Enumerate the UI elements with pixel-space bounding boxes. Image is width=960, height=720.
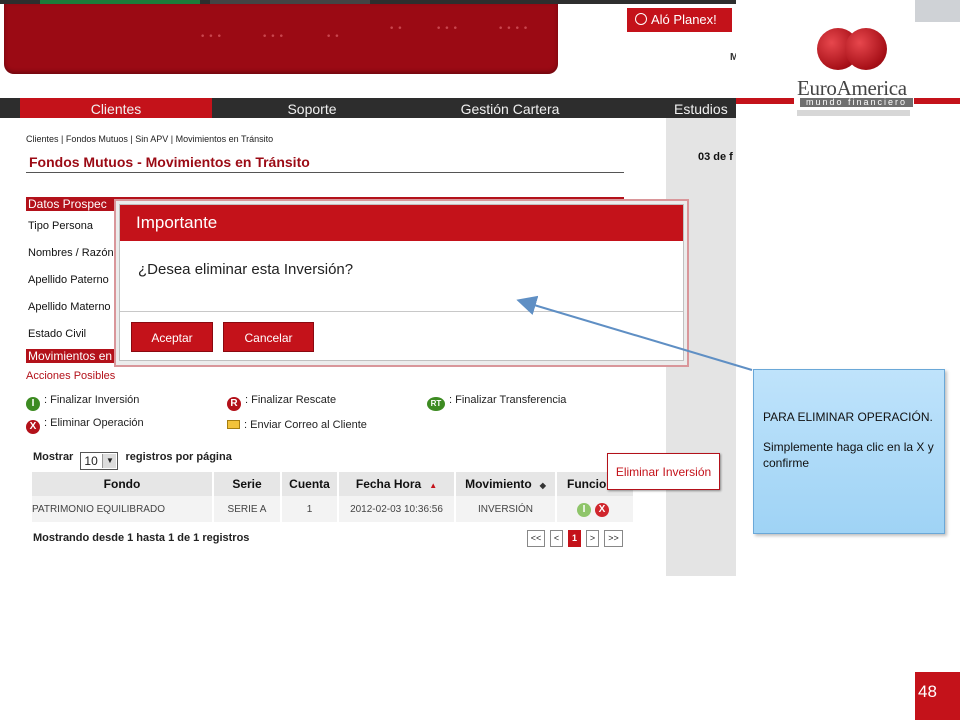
dialog-message: ¿Desea eliminar esta Inversión?: [138, 261, 354, 278]
nav-soporte[interactable]: Soporte: [212, 98, 412, 118]
finalizar-inversion-icon[interactable]: I: [577, 503, 591, 517]
eliminar-inversion-callout: Eliminar Inversión: [607, 453, 720, 490]
per-page-select[interactable]: 10 ▼: [80, 452, 119, 470]
registros-label: registros por página: [125, 451, 232, 463]
cell-cuenta: 1: [282, 496, 337, 522]
legend-label: : Eliminar Operación: [44, 417, 144, 429]
corner-tab: [915, 0, 960, 22]
alo-planex-label: Aló Planex!: [651, 12, 717, 27]
col-movimiento[interactable]: Movimiento ◆: [456, 472, 555, 496]
cell-movimiento: INVERSIÓN: [456, 496, 555, 522]
nav-gestion-cartera[interactable]: Gestión Cartera: [412, 98, 608, 118]
pager-next[interactable]: >: [586, 530, 599, 547]
cell-fecha-hora: 2012-02-03 10:36:56: [339, 496, 454, 522]
rescate-icon: R: [227, 397, 241, 411]
page-size-control: Mostrar 10 ▼ registros por página: [33, 451, 232, 470]
banner-decoration: •••: [200, 32, 225, 42]
instruction-heading: PARA ELIMINAR OPERACIÓN.: [763, 410, 933, 424]
pager-first[interactable]: <<: [527, 530, 545, 547]
eliminar-operacion-icon[interactable]: X: [595, 503, 609, 517]
cell-funciones: IX: [557, 496, 634, 522]
app-screenshot: ••• ••• •• •• ••• •••• Aló Planex! M Cli…: [0, 0, 736, 576]
per-page-value: 10: [84, 454, 98, 468]
envelope-icon: [227, 420, 240, 429]
alo-planex-button[interactable]: Aló Planex!: [627, 8, 732, 32]
banner-decoration: •••: [436, 24, 461, 34]
euroamerica-logo-icon: [815, 28, 887, 76]
instruction-box: PARA ELIMINAR OPERACIÓN. Simplemente hag…: [753, 369, 945, 534]
legend-label: : Enviar Correo al Cliente: [244, 419, 367, 431]
sort-asc-icon: ▲: [429, 481, 438, 490]
instruction-text: Simplemente haga clic en la X y confirme: [763, 440, 934, 470]
top-header: ••• ••• •• •• ••• •••• Aló Planex! M: [0, 0, 736, 96]
col-fondo[interactable]: Fondo: [32, 472, 212, 496]
legend-label: : Finalizar Transferencia: [449, 394, 567, 406]
brand-red-line-right: [914, 98, 960, 104]
date-fragment: 03 de f: [698, 151, 733, 163]
legend-finalizar-rescate: R : Finalizar Rescate: [227, 394, 336, 411]
col-movimiento-label: Movimiento: [465, 477, 532, 491]
brand-underline: [797, 110, 910, 116]
nav-estudios[interactable]: Estudios: [674, 98, 736, 118]
legend-enviar-correo: : Enviar Correo al Cliente: [227, 419, 367, 431]
banner-decoration: ••••: [498, 24, 532, 34]
header-banner: ••• ••• •• •• ••• ••••: [4, 4, 558, 74]
col-cuenta[interactable]: Cuenta: [282, 472, 337, 496]
field-estado-civil: Estado Civil: [28, 328, 87, 340]
eliminar-icon: X: [26, 420, 40, 434]
globe-right-icon: [845, 28, 887, 70]
page-title: Fondos Mutuos - Movimientos en Tránsito: [29, 154, 310, 170]
pager-prev[interactable]: <: [550, 530, 563, 547]
mostrar-label: Mostrar: [33, 451, 74, 463]
col-serie[interactable]: Serie: [214, 472, 280, 496]
banner-decoration: •••: [262, 32, 287, 42]
nav-clientes[interactable]: Clientes: [20, 98, 212, 118]
main-nav: Clientes Soporte Gestión Cartera Estudio…: [0, 98, 736, 118]
table-header-row: Fondo Serie Cuenta Fecha Hora ▲ Movimient…: [32, 472, 634, 496]
legend-label: : Finalizar Rescate: [245, 394, 337, 406]
confirm-dialog: Importante ¿Desea eliminar esta Inversió…: [119, 204, 684, 361]
transferencia-icon: RT: [427, 397, 445, 411]
field-tipo-persona: Tipo Persona: [28, 220, 94, 232]
legend-finalizar-inversion: I : Finalizar Inversión: [26, 394, 139, 411]
sort-icon: ◆: [539, 481, 546, 490]
breadcrumb: Clientes | Fondos Mutuos | Sin APV | Mov…: [26, 134, 274, 144]
dialog-title: Importante: [120, 205, 683, 241]
field-apellido-materno: Apellido Materno: [28, 301, 111, 313]
records-info: Mostrando desde 1 hasta 1 de 1 registros: [33, 532, 250, 544]
field-apellido-paterno: Apellido Paterno: [28, 274, 109, 286]
movimientos-table: Fondo Serie Cuenta Fecha Hora ▲ Movimient…: [30, 472, 635, 522]
cancel-button[interactable]: Cancelar: [223, 322, 314, 352]
col-fecha-hora-label: Fecha Hora: [355, 477, 422, 491]
pager-page-1[interactable]: 1: [568, 530, 581, 547]
field-nombres: Nombres / Razón: [28, 247, 114, 259]
slide-number: 48: [915, 672, 960, 720]
legend-finalizar-transferencia: RT : Finalizar Transferencia: [427, 394, 566, 411]
brand-red-line-left: [736, 98, 794, 104]
accept-button[interactable]: Aceptar: [131, 322, 213, 352]
cell-serie: SERIE A: [214, 496, 280, 522]
table-row: PATRIMONIO EQUILIBRADO SERIE A 1 2012-02…: [32, 496, 634, 522]
col-fecha-hora[interactable]: Fecha Hora ▲: [339, 472, 454, 496]
title-divider: [26, 172, 624, 173]
acciones-posibles-title: Acciones Posibles: [26, 370, 116, 382]
banner-decoration: ••: [326, 32, 343, 42]
cell-fondo: PATRIMONIO EQUILIBRADO: [32, 496, 212, 522]
banner-decoration: ••: [389, 24, 406, 34]
inversion-icon: I: [26, 397, 40, 411]
dropdown-arrow-icon: ▼: [102, 454, 117, 468]
legend-eliminar-operacion: X : Eliminar Operación: [26, 417, 144, 434]
brand-tagline: mundo financiero: [800, 98, 913, 107]
legend-label: : Finalizar Inversión: [44, 394, 140, 406]
phone-icon: [635, 13, 647, 25]
pager-last[interactable]: >>: [604, 530, 623, 547]
dialog-divider: [120, 311, 683, 312]
